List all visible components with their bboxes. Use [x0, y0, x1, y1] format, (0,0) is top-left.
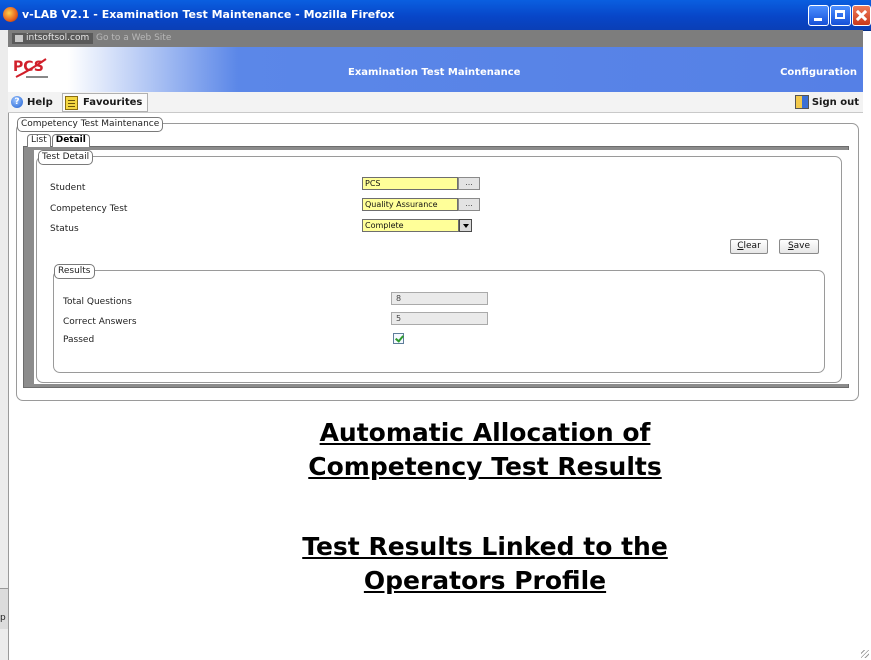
- edge-text: p: [0, 613, 6, 623]
- left-edge-fragment: p: [0, 588, 8, 629]
- passed-checkbox[interactable]: [393, 333, 404, 344]
- tab-detail[interactable]: Detail: [51, 134, 90, 147]
- configuration-menu[interactable]: Configuration: [780, 67, 857, 78]
- student-field[interactable]: PCS: [362, 177, 458, 190]
- save-button[interactable]: Save: [779, 239, 819, 254]
- status-select[interactable]: Complete: [362, 219, 459, 232]
- tab-list[interactable]: List: [27, 134, 51, 147]
- page-title: Examination Test Maintenance: [348, 67, 521, 78]
- minimize-button[interactable]: [808, 5, 829, 26]
- sign-out-icon: [794, 95, 809, 109]
- chevron-down-icon[interactable]: [459, 219, 472, 232]
- panel-legend: Competency Test Maintenance: [17, 117, 164, 132]
- go-to-website-text[interactable]: Go to a Web Site: [96, 33, 171, 44]
- left-frame-edge: [0, 30, 9, 660]
- window-title: v-LAB V2.1 - Examination Test Maintenanc…: [22, 8, 395, 21]
- app-toolbar: ? Help Favourites Sign out: [8, 92, 863, 113]
- heading-automatic-allocation: Automatic Allocation of Competency Test …: [200, 416, 770, 484]
- tab-strip: List Detail: [27, 134, 91, 147]
- favourites-button[interactable]: Favourites: [62, 93, 149, 112]
- maximize-button[interactable]: [830, 5, 851, 26]
- help-icon: ?: [11, 96, 23, 108]
- close-button[interactable]: [852, 5, 871, 26]
- test-detail-legend: Test Detail: [38, 150, 94, 165]
- favourites-label: Favourites: [83, 97, 143, 108]
- svg-text:PCS: PCS: [13, 59, 44, 75]
- help-button[interactable]: ? Help: [11, 93, 53, 111]
- firefox-icon: [3, 7, 18, 22]
- heading-line: Competency Test Results: [308, 452, 662, 481]
- clear-button[interactable]: Clear: [730, 239, 768, 254]
- help-label: Help: [27, 96, 53, 108]
- address-bar[interactable]: intsoftsol.com Go to a Web Site: [8, 30, 863, 47]
- heading-line: Test Results Linked to the: [302, 532, 668, 561]
- site-link[interactable]: intsoftsol.com: [12, 33, 94, 44]
- competency-test-lookup-button[interactable]: ...: [458, 198, 480, 211]
- sign-out-label: Sign out: [811, 96, 859, 108]
- heading-line: Automatic Allocation of: [319, 418, 651, 447]
- correct-answers-field: 5: [391, 312, 488, 325]
- sign-out-button[interactable]: Sign out: [794, 93, 859, 111]
- student-label: Student: [50, 183, 86, 193]
- passed-label: Passed: [63, 335, 95, 345]
- heading-line: Operators Profile: [363, 566, 607, 595]
- app-header: PCS Examination Test Maintenance Configu…: [8, 47, 863, 92]
- total-questions-field: 8: [391, 292, 488, 305]
- window-titlebar[interactable]: v-LAB V2.1 - Examination Test Maintenanc…: [0, 0, 871, 31]
- favourites-icon: [65, 95, 78, 110]
- resize-grip-icon[interactable]: [861, 650, 869, 658]
- student-lookup-button[interactable]: ...: [458, 177, 480, 190]
- results-legend: Results: [54, 264, 95, 279]
- status-label: Status: [50, 224, 79, 234]
- competency-test-field[interactable]: Quality Assurance: [362, 198, 458, 211]
- heading-test-results-linked: Test Results Linked to the Operators Pro…: [200, 530, 770, 598]
- total-questions-label: Total Questions: [63, 297, 132, 307]
- pcs-logo: PCS: [13, 58, 48, 78]
- competency-test-label: Competency Test: [50, 204, 128, 214]
- correct-answers-label: Correct Answers: [63, 317, 137, 327]
